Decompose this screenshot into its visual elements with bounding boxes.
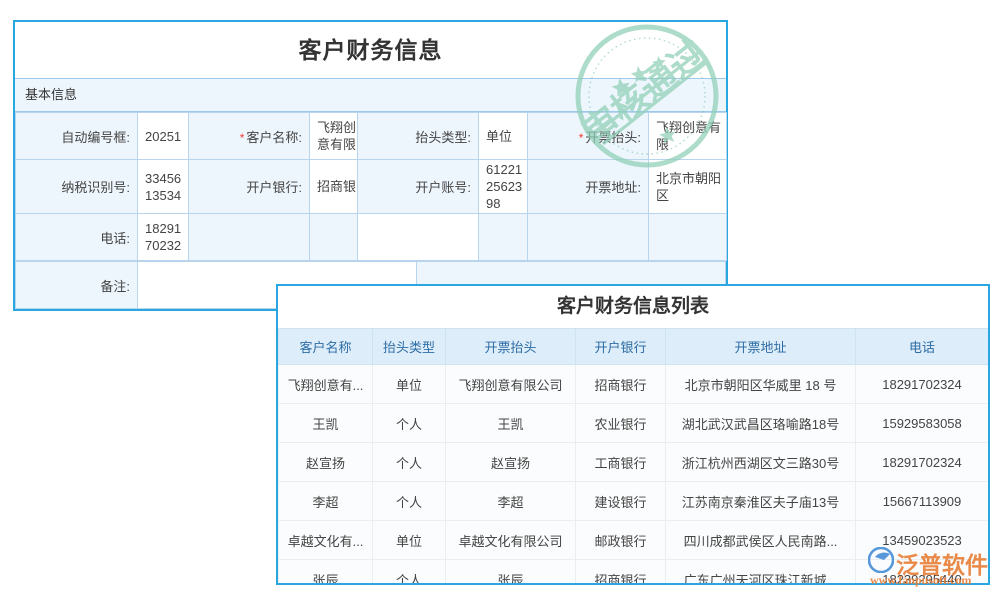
form-row: 纳税识别号:3345613534开户银行:招商银开户账号:61221256239… (16, 160, 727, 214)
field-empty (649, 214, 727, 261)
table-cell: 江苏南京秦淮区夫子庙13号 (666, 482, 856, 521)
table-cell: 13459023523 (856, 521, 989, 560)
table-cell-link[interactable]: 李超 (279, 482, 373, 521)
field-value[interactable]: 20251 (138, 113, 189, 160)
field-value[interactable]: 飞翔创意有限 (649, 113, 727, 160)
customer-finance-form-panel: 客户财务信息 基本信息 自动编号框:20251*客户名称:飞翔创意有限抬头类型:… (13, 20, 728, 311)
table-header: 客户名称抬头类型开票抬头开户银行开票地址电话 (279, 329, 989, 365)
table-cell-link[interactable]: 工商银行 (576, 443, 666, 482)
table-cell: 赵宣扬 (446, 443, 576, 482)
table-cell: 张辰 (446, 560, 576, 586)
table-cell: 个人 (373, 443, 446, 482)
field-value[interactable]: 3345613534 (138, 160, 189, 214)
field-value[interactable]: 1829170232 (138, 214, 189, 261)
table-cell: 卓越文化有限公司 (446, 521, 576, 560)
field-label: 开票地址: (528, 160, 649, 214)
table-cell-link[interactable]: 王凯 (279, 404, 373, 443)
table-cell: 个人 (373, 404, 446, 443)
field-value[interactable]: 612212562398 (479, 160, 528, 214)
field-label: *开票抬头: (528, 113, 649, 160)
field-value[interactable]: 北京市朝阳区 (649, 160, 727, 214)
column-header[interactable]: 客户名称 (279, 329, 373, 365)
field-value[interactable]: 招商银 (310, 160, 358, 214)
table-cell: 18291702324 (856, 365, 989, 404)
form-fields-table: 自动编号框:20251*客户名称:飞翔创意有限抬头类型:单位*开票抬头:飞翔创意… (15, 112, 727, 261)
field-empty (358, 214, 479, 261)
field-label: 电话: (16, 214, 138, 261)
table-row[interactable]: 飞翔创意有...单位飞翔创意有限公司招商银行北京市朝阳区华威里 18 号1829… (279, 365, 989, 404)
field-empty (528, 214, 649, 261)
field-label: 抬头类型: (358, 113, 479, 160)
table-row[interactable]: 张辰个人张辰招商银行广东广州天河区珠江新城...18239295440 (279, 560, 989, 586)
form-row: 电话:1829170232 (16, 214, 727, 261)
field-label: 自动编号框: (16, 113, 138, 160)
table-header-row: 客户名称抬头类型开票抬头开户银行开票地址电话 (279, 329, 989, 365)
table-row[interactable]: 王凯个人王凯农业银行湖北武汉武昌区珞喻路18号15929583058 (279, 404, 989, 443)
table-cell-link[interactable]: 飞翔创意有... (279, 365, 373, 404)
table-cell-link[interactable]: 招商银行 (576, 365, 666, 404)
memo-label: 备注: (16, 262, 138, 309)
list-title: 客户财务信息列表 (278, 286, 988, 328)
table-cell-link[interactable]: 招商银行 (576, 560, 666, 586)
column-header[interactable]: 电话 (856, 329, 989, 365)
screen-root: 客户财务信息 基本信息 自动编号框:20251*客户名称:飞翔创意有限抬头类型:… (0, 0, 1000, 600)
field-empty (479, 214, 528, 261)
table-cell: 个人 (373, 482, 446, 521)
column-header[interactable]: 开票地址 (666, 329, 856, 365)
column-header[interactable]: 开户银行 (576, 329, 666, 365)
required-marker-icon: * (240, 131, 245, 145)
field-label: 纳税识别号: (16, 160, 138, 214)
table-cell: 个人 (373, 560, 446, 586)
field-label: *客户名称: (189, 113, 310, 160)
form-rows: 自动编号框:20251*客户名称:飞翔创意有限抬头类型:单位*开票抬头:飞翔创意… (16, 113, 727, 261)
table-cell-link[interactable]: 邮政银行 (576, 521, 666, 560)
table-cell-link[interactable]: 卓越文化有... (279, 521, 373, 560)
table-cell: 湖北武汉武昌区珞喻路18号 (666, 404, 856, 443)
table-cell: 单位 (373, 521, 446, 560)
column-header[interactable]: 开票抬头 (446, 329, 576, 365)
field-value[interactable]: 单位 (479, 113, 528, 160)
table-cell: 王凯 (446, 404, 576, 443)
form-row: 自动编号框:20251*客户名称:飞翔创意有限抬头类型:单位*开票抬头:飞翔创意… (16, 113, 727, 160)
table-row[interactable]: 赵宣扬个人赵宣扬工商银行浙江杭州西湖区文三路30号18291702324 (279, 443, 989, 482)
customer-finance-table: 客户名称抬头类型开票抬头开户银行开票地址电话 飞翔创意有...单位飞翔创意有限公… (278, 328, 989, 585)
field-empty (310, 214, 358, 261)
customer-finance-list-panel: 客户财务信息列表 客户名称抬头类型开票抬头开户银行开票地址电话 飞翔创意有...… (276, 284, 990, 585)
table-cell: 飞翔创意有限公司 (446, 365, 576, 404)
table-cell-link[interactable]: 建设银行 (576, 482, 666, 521)
field-label: 开户账号: (358, 160, 479, 214)
page-title: 客户财务信息 (15, 22, 726, 78)
table-cell: 18239295440 (856, 560, 989, 586)
table-cell: 15929583058 (856, 404, 989, 443)
table-cell: 四川成都武侯区人民南路... (666, 521, 856, 560)
table-body: 飞翔创意有...单位飞翔创意有限公司招商银行北京市朝阳区华威里 18 号1829… (279, 365, 989, 586)
table-cell: 浙江杭州西湖区文三路30号 (666, 443, 856, 482)
required-marker-icon: * (579, 131, 584, 145)
table-cell: 广东广州天河区珠江新城... (666, 560, 856, 586)
table-cell: 李超 (446, 482, 576, 521)
table-cell: 18291702324 (856, 443, 989, 482)
table-cell-link[interactable]: 赵宣扬 (279, 443, 373, 482)
section-header-basic-info: 基本信息 (15, 78, 726, 112)
table-cell: 单位 (373, 365, 446, 404)
column-header[interactable]: 抬头类型 (373, 329, 446, 365)
field-empty (189, 214, 310, 261)
table-row[interactable]: 李超个人李超建设银行江苏南京秦淮区夫子庙13号15667113909 (279, 482, 989, 521)
table-cell-link[interactable]: 张辰 (279, 560, 373, 586)
table-cell: 15667113909 (856, 482, 989, 521)
field-value[interactable]: 飞翔创意有限 (310, 113, 358, 160)
table-cell: 北京市朝阳区华威里 18 号 (666, 365, 856, 404)
table-row[interactable]: 卓越文化有...单位卓越文化有限公司邮政银行四川成都武侯区人民南路...1345… (279, 521, 989, 560)
table-cell-link[interactable]: 农业银行 (576, 404, 666, 443)
field-label: 开户银行: (189, 160, 310, 214)
